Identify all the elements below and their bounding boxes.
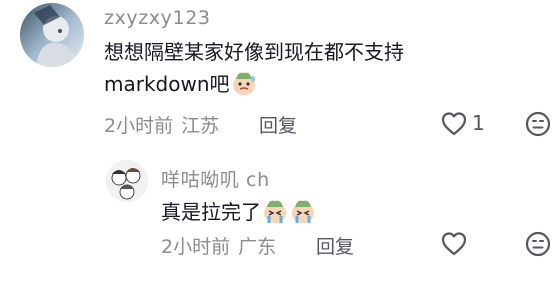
reply-time: 2小时前 [161,236,231,258]
crying-face-emoji [292,200,314,223]
reply-button[interactable]: 回复 [259,111,297,138]
avatar-image [20,3,84,67]
comment-text-line2-wrap: markdown吧 [104,68,504,100]
comment-time: 2小时前 [104,115,174,137]
dislike-face-icon[interactable] [524,230,552,258]
crying-face-emoji [264,200,286,223]
heart-icon[interactable] [440,110,468,138]
reply-text-wrap: 真是拉完了 [161,196,317,228]
heart-icon[interactable] [440,230,468,258]
comment-text-line2: markdown吧 [104,72,230,96]
reply-avatar-image [106,160,148,202]
comment-meta: 2小时前 江苏 [104,111,219,138]
avatar[interactable] [20,3,84,67]
reply-reply-button[interactable]: 回复 [316,232,354,259]
reply-location: 广东 [238,236,277,258]
reply-meta: 2小时前 广东 [161,232,276,259]
dislike-face-icon[interactable] [524,110,552,138]
reply-avatar[interactable] [106,160,148,202]
comment-text: 想想隔壁某家好像到现在都不支持 markdown吧 [104,36,504,100]
sweat-face-emoji [232,72,255,95]
reply-username[interactable]: 咩咕呦叽 ch [161,165,270,192]
like-count: 1 [472,111,485,135]
comment-username[interactable]: zxyzxy123 [104,7,211,29]
comment-text-line1: 想想隔壁某家好像到现在都不支持 [104,40,404,64]
reply-text: 真是拉完了 [161,200,261,224]
comment-location: 江苏 [181,115,220,137]
